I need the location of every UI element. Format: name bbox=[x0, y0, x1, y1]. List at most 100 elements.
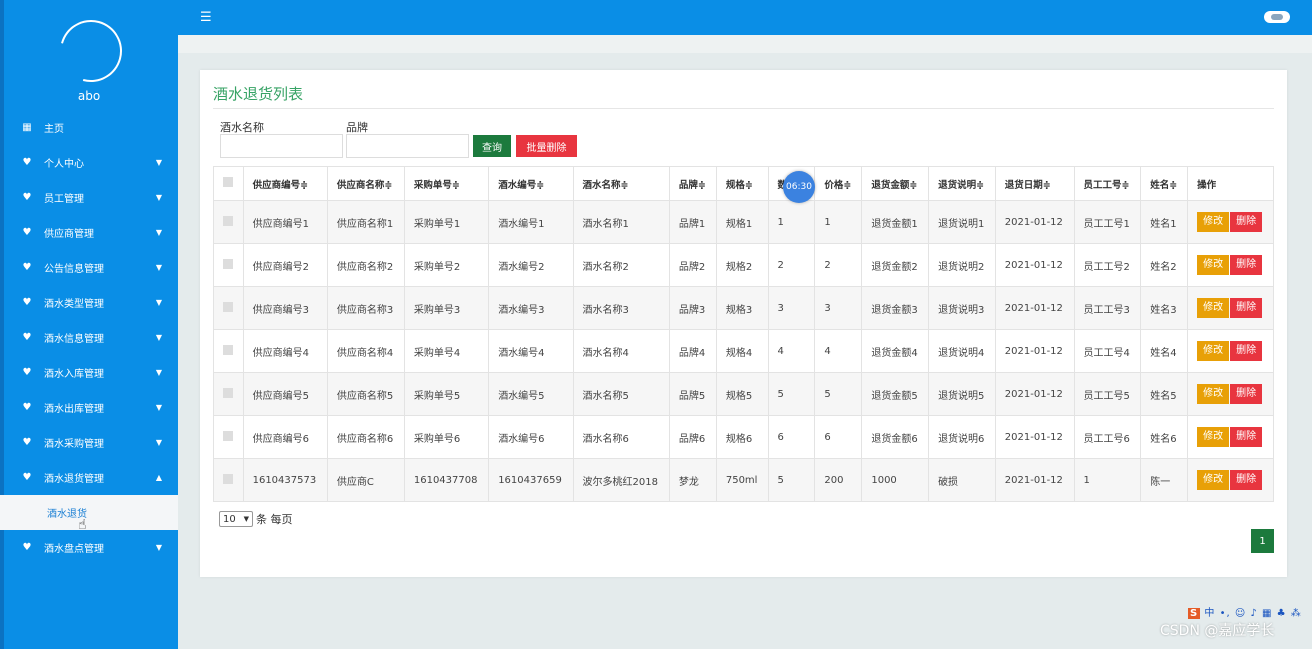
table-cell: 酒水编号3 bbox=[488, 286, 574, 330]
breadcrumb-strip bbox=[178, 35, 1312, 53]
user-icon: ♥ bbox=[22, 437, 32, 448]
user-icon: ♥ bbox=[22, 262, 32, 273]
sidebar-item[interactable]: ♥ 酒水信息管理 ▼ bbox=[0, 320, 178, 355]
row-checkbox[interactable] bbox=[223, 430, 233, 441]
query-button[interactable]: 查询 bbox=[473, 135, 511, 157]
delete-button[interactable]: 删除 bbox=[1230, 298, 1263, 318]
sidebar-item[interactable]: ♥ 酒水入库管理 ▼ bbox=[0, 355, 178, 390]
sidebar-item-label: 供应商管理 bbox=[44, 229, 94, 240]
table-cell: 退货金额6 bbox=[861, 415, 930, 459]
edit-button[interactable]: 修改 bbox=[1197, 255, 1230, 275]
row-actions: 修改 删除 bbox=[1187, 415, 1274, 459]
theme-toggle[interactable] bbox=[1264, 11, 1290, 23]
delete-button[interactable]: 删除 bbox=[1230, 341, 1263, 361]
sidebar-item[interactable]: ♥ 公告信息管理 ▼ bbox=[0, 250, 178, 285]
table-row: 供应商编号4 供应商名称4 采购单号4 酒水编号4 酒水名称4 品牌4 规格4 4 4 退货金额4… bbox=[213, 329, 1274, 373]
chevron-down-icon: ▼ bbox=[155, 263, 162, 272]
column-header[interactable]: 姓名≑ bbox=[1140, 166, 1189, 201]
column-header[interactable]: 酒水名称≑ bbox=[572, 166, 670, 201]
menu-toggle-icon[interactable]: ☰ bbox=[200, 10, 212, 25]
user-icon: ♥ bbox=[22, 297, 32, 308]
table-cell: 规格6 bbox=[715, 415, 769, 459]
delete-button[interactable]: 删除 bbox=[1230, 427, 1263, 447]
edit-button[interactable]: 修改 bbox=[1197, 427, 1230, 447]
table-cell: 采购单号1 bbox=[403, 200, 490, 244]
filter-brand-input[interactable] bbox=[346, 134, 469, 158]
table-cell: 酒水名称6 bbox=[572, 415, 670, 459]
table-cell: 采购单号4 bbox=[403, 329, 490, 373]
chevron-up-icon: ▲ bbox=[155, 473, 162, 482]
delete-button[interactable]: 删除 bbox=[1230, 255, 1263, 275]
table-cell: 酒水名称4 bbox=[572, 329, 670, 373]
row-checkbox[interactable] bbox=[223, 301, 233, 312]
column-header[interactable]: 供应商名称≑ bbox=[326, 166, 405, 201]
watermark: CSDN @嘉应学长 bbox=[1160, 623, 1275, 639]
sidebar-item[interactable]: ♥ 供应商管理 ▼ bbox=[0, 215, 178, 250]
column-header[interactable]: 退货说明≑ bbox=[928, 166, 996, 201]
table-header-row: 供应商编号≑供应商名称≑采购单号≑酒水编号≑酒水名称≑品牌≑规格≑数量≑价格≑退… bbox=[213, 166, 1274, 201]
sidebar-item[interactable]: ♥ 员工管理 ▼ bbox=[0, 180, 178, 215]
row-actions: 修改 删除 bbox=[1187, 200, 1274, 244]
row-checkbox[interactable] bbox=[223, 344, 233, 355]
table-row: 1610437573 供应商C 1610437708 1610437659 波尔多桃红2… bbox=[213, 458, 1274, 502]
table-cell: 规格2 bbox=[715, 243, 769, 287]
column-header[interactable]: 退货日期≑ bbox=[994, 166, 1075, 201]
table-cell: 供应商编号5 bbox=[242, 372, 328, 416]
table-cell: 供应商编号4 bbox=[242, 329, 328, 373]
delete-button[interactable]: 删除 bbox=[1230, 470, 1263, 490]
column-header[interactable]: 酒水编号≑ bbox=[488, 166, 574, 201]
table-cell: 1 bbox=[814, 200, 863, 244]
table-cell: 3 bbox=[814, 286, 863, 330]
select-all-checkbox[interactable] bbox=[223, 177, 233, 187]
edit-button[interactable]: 修改 bbox=[1197, 298, 1230, 318]
column-header[interactable]: 供应商编号≑ bbox=[242, 166, 328, 201]
column-header[interactable]: 退货金额≑ bbox=[861, 166, 930, 201]
row-checkbox-cell bbox=[213, 200, 244, 244]
edit-button[interactable]: 修改 bbox=[1197, 384, 1230, 404]
sidebar-item[interactable]: ♥ 酒水类型管理 ▼ bbox=[0, 285, 178, 320]
sidebar-item[interactable]: ▦ 主页 bbox=[0, 110, 178, 145]
delete-button[interactable]: 删除 bbox=[1230, 384, 1263, 404]
table-cell: 退货金额2 bbox=[861, 243, 930, 287]
table-cell: 员工工号6 bbox=[1073, 415, 1142, 459]
row-checkbox-cell bbox=[213, 415, 244, 459]
user-icon: ♥ bbox=[22, 402, 32, 413]
filter-name-input[interactable] bbox=[220, 134, 343, 158]
column-header[interactable]: 员工工号≑ bbox=[1073, 166, 1142, 201]
edit-button[interactable]: 修改 bbox=[1197, 470, 1230, 490]
table-cell: 规格3 bbox=[715, 286, 769, 330]
column-header[interactable]: 规格≑ bbox=[715, 166, 769, 201]
table-cell: 酒水编号2 bbox=[488, 243, 574, 287]
table-cell: 1 bbox=[1073, 458, 1142, 502]
row-checkbox[interactable] bbox=[223, 215, 233, 226]
table-cell: 采购单号2 bbox=[403, 243, 490, 287]
row-checkbox[interactable] bbox=[223, 473, 233, 484]
sidebar-subitem-active[interactable]: 酒水退货 ☝ bbox=[0, 495, 178, 533]
chevron-down-icon: ▼ bbox=[155, 228, 162, 237]
sidebar-item[interactable]: ♥ 酒水出库管理 ▼ bbox=[0, 390, 178, 425]
table-cell: 姓名1 bbox=[1140, 200, 1189, 244]
sidebar-item[interactable]: ♥ 酒水采购管理 ▼ bbox=[0, 425, 178, 460]
sidebar-item[interactable]: ♥ 酒水盘点管理 ▼ bbox=[0, 530, 178, 565]
sidebar-item[interactable]: ♥ 酒水退货管理 ▲ bbox=[0, 460, 178, 495]
row-actions: 修改 删除 bbox=[1187, 286, 1274, 330]
table-cell: 2021-01-12 bbox=[994, 286, 1075, 330]
user-icon: ♥ bbox=[22, 472, 32, 483]
edit-button[interactable]: 修改 bbox=[1197, 212, 1230, 232]
table-cell: 2021-01-12 bbox=[994, 200, 1075, 244]
edit-button[interactable]: 修改 bbox=[1197, 341, 1230, 361]
page-size-select[interactable]: 10 ▼ bbox=[219, 511, 253, 527]
sidebar-item[interactable]: ♥ 个人中心 ▼ bbox=[0, 145, 178, 180]
row-checkbox[interactable] bbox=[223, 258, 233, 269]
table-cell: 姓名6 bbox=[1140, 415, 1189, 459]
ime-toolbar[interactable]: S 中 •, ☺ ♪ ▦ ♣ ⁂ bbox=[1188, 604, 1302, 619]
column-header[interactable]: 采购单号≑ bbox=[403, 166, 490, 201]
delete-button[interactable]: 删除 bbox=[1230, 212, 1263, 232]
column-header[interactable]: 品牌≑ bbox=[668, 166, 717, 201]
column-header[interactable]: 价格≑ bbox=[814, 166, 863, 201]
page-button-current[interactable]: 1 bbox=[1251, 529, 1274, 553]
row-checkbox[interactable] bbox=[223, 387, 233, 398]
sidebar: abo ▦ 主页 ♥ 个人中心 ▼ ♥ 员工管理 ▼ ♥ 供应商管理 ▼ ♥ 公告信息管理 ▼ ♥ 酒水类型管… bbox=[0, 0, 178, 649]
batch-delete-button[interactable]: 批量删除 bbox=[516, 135, 577, 157]
table-cell: 采购单号3 bbox=[403, 286, 490, 330]
